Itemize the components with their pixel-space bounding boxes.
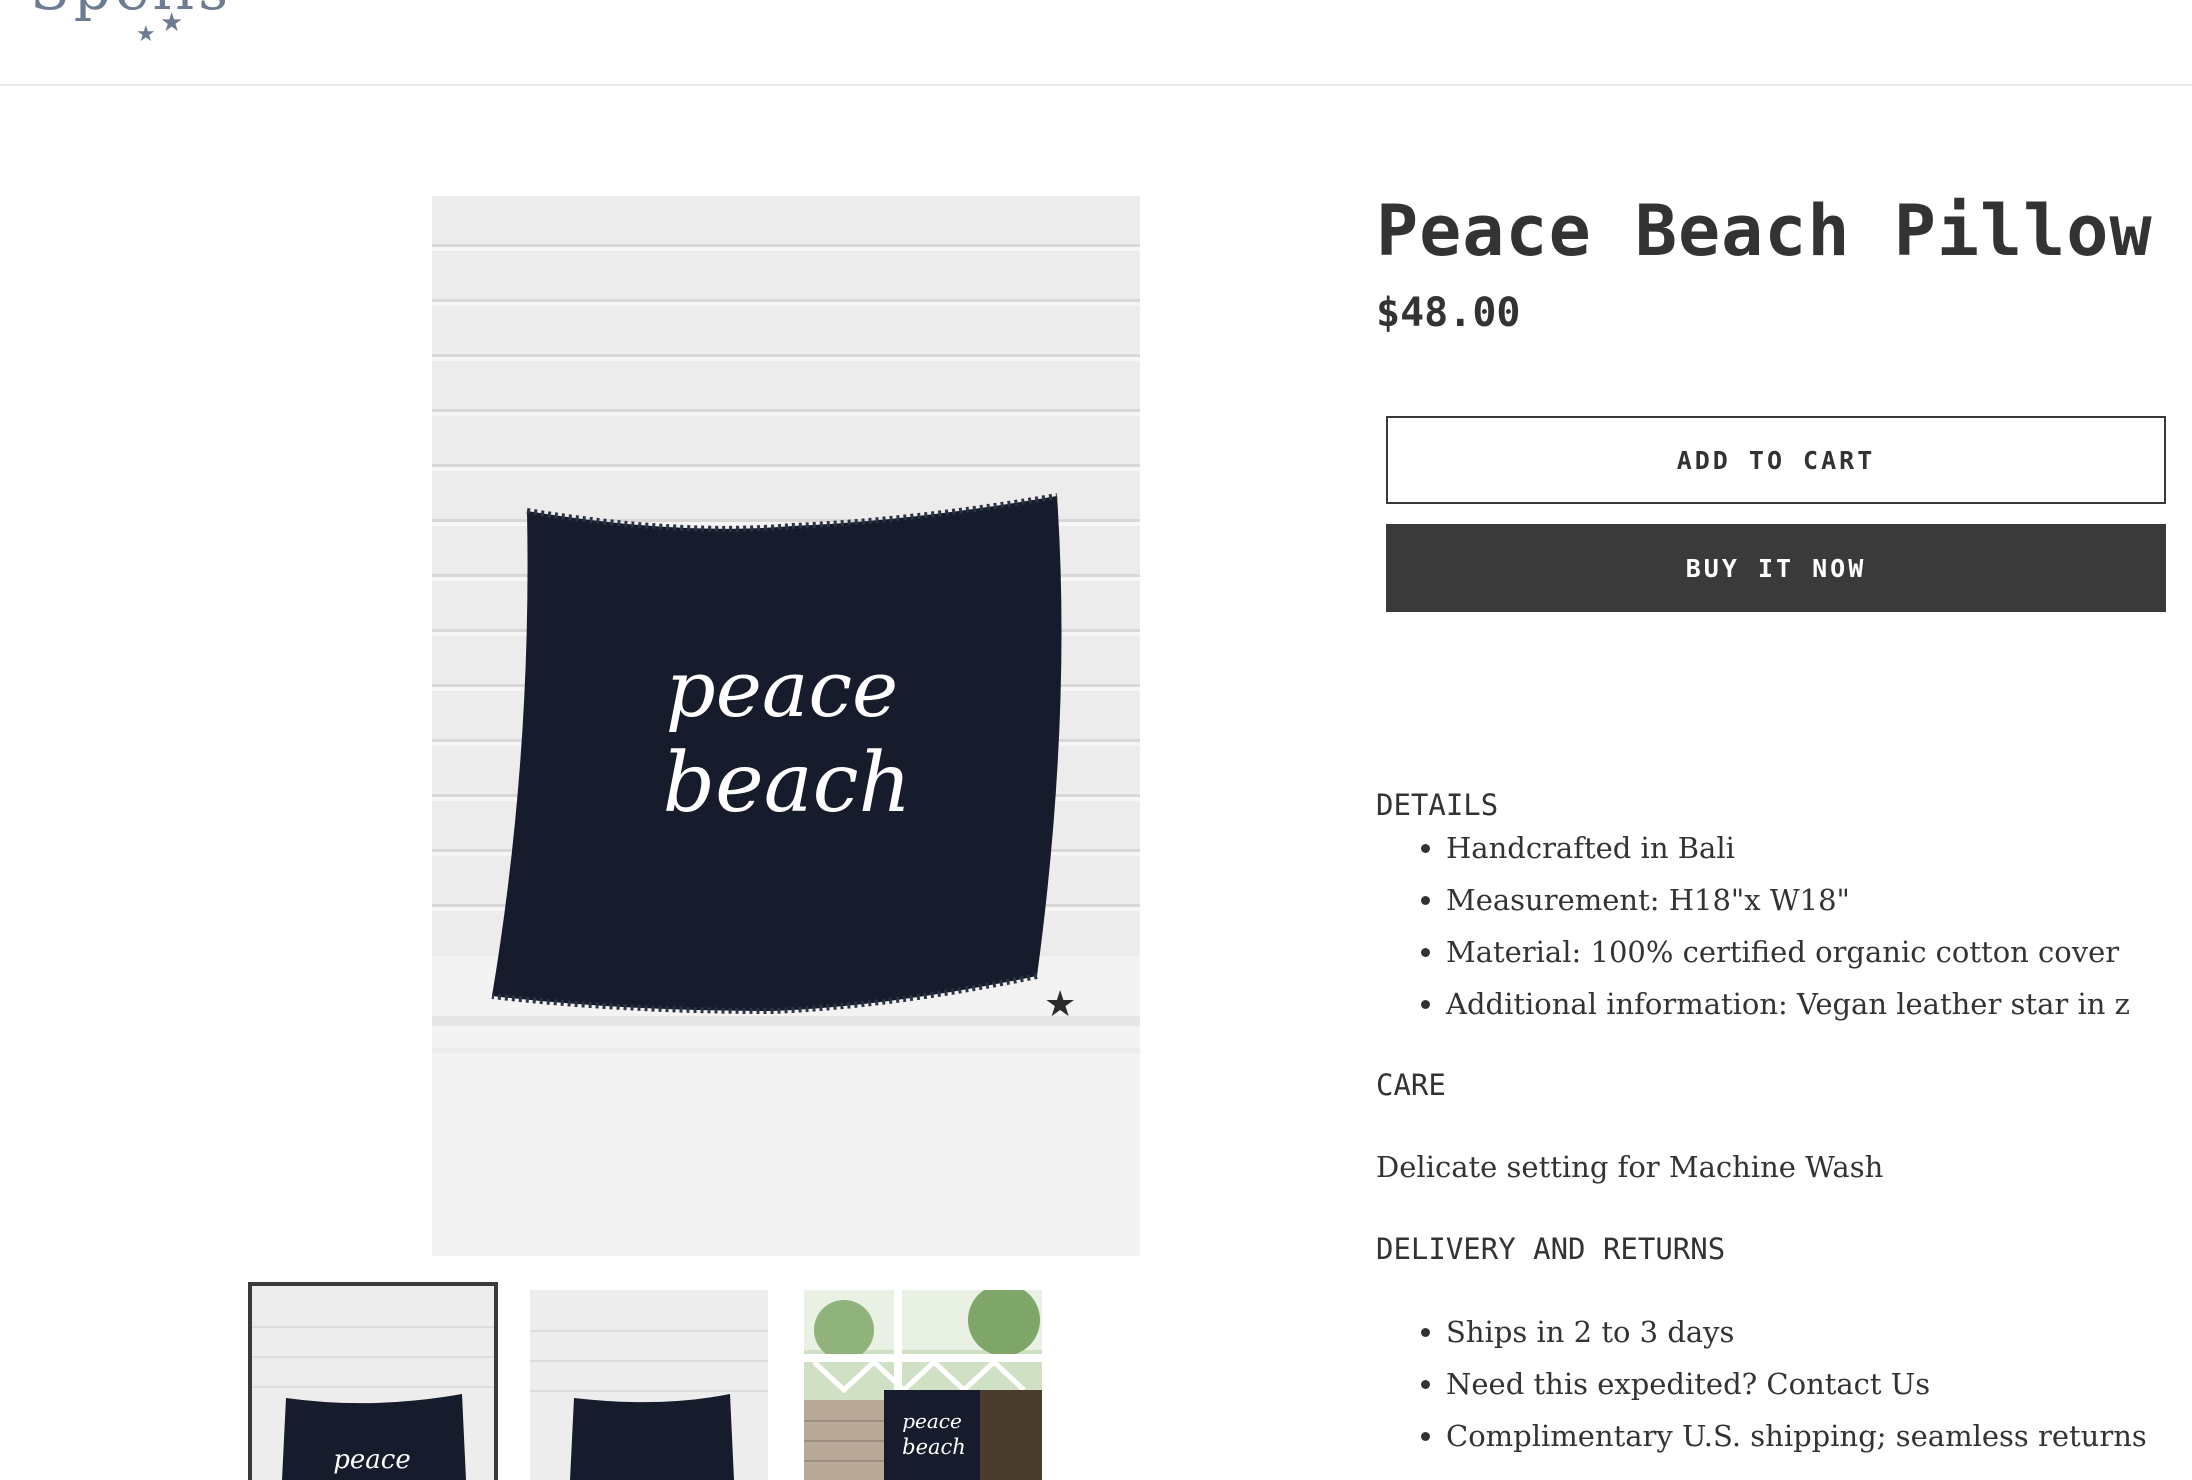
star-icon: ★ <box>160 8 184 38</box>
star-icon: ★ <box>136 22 156 47</box>
thumbnail-3[interactable]: peace beach <box>804 1290 1042 1480</box>
list-item: Ships in 2 to 3 days <box>1446 1306 2147 1358</box>
pillow-text-peace: peace <box>666 645 898 735</box>
delivery-list: Ships in 2 to 3 days Need this expedited… <box>1376 1306 2147 1462</box>
buy-now-button[interactable]: BUY IT NOW <box>1386 524 2166 612</box>
list-item: Additional information: Vegan leather st… <box>1446 978 2130 1030</box>
product-price: $48.00 <box>1376 290 1521 336</box>
thumbnail-1-label: peace <box>333 1445 410 1475</box>
store-logo[interactable]: Spells ★ ★ <box>30 0 230 60</box>
pillow-photo: peace beach ★ <box>432 196 1140 1256</box>
product-main-image[interactable]: peace beach ★ <box>432 196 1140 1256</box>
thumbnail-2[interactable] <box>530 1290 768 1480</box>
delivery-heading: DELIVERY AND RETURNS <box>1376 1232 1726 1266</box>
list-item: Complimentary U.S. shipping; seamless re… <box>1446 1410 2147 1462</box>
list-item: Material: 100% certified organic cotton … <box>1446 926 2130 978</box>
list-item: Measurement: H18"x W18" <box>1446 874 2130 926</box>
care-text: Delicate setting for Machine Wash <box>1376 1150 1884 1184</box>
details-list: Handcrafted in Bali Measurement: H18"x W… <box>1376 822 2130 1030</box>
thumbnail-1[interactable]: peace <box>248 1282 498 1480</box>
add-to-cart-button[interactable]: ADD TO CART <box>1386 416 2166 504</box>
thumbnail-3-label2: beach <box>902 1435 966 1459</box>
site-header: Spells ★ ★ <box>0 0 2192 86</box>
care-heading: CARE <box>1376 1068 1446 1102</box>
thumbnail-3-label: peace <box>902 1409 962 1433</box>
details-heading: DETAILS <box>1376 788 1499 822</box>
list-item: Need this expedited? Contact Us <box>1446 1358 2147 1410</box>
svg-text:★: ★ <box>1044 984 1076 1025</box>
list-item: Handcrafted in Bali <box>1446 822 2130 874</box>
logo-text: Spells <box>30 0 232 18</box>
pillow-text-beach: beach <box>663 736 912 831</box>
product-title: Peace Beach Pillow <box>1376 190 2153 272</box>
